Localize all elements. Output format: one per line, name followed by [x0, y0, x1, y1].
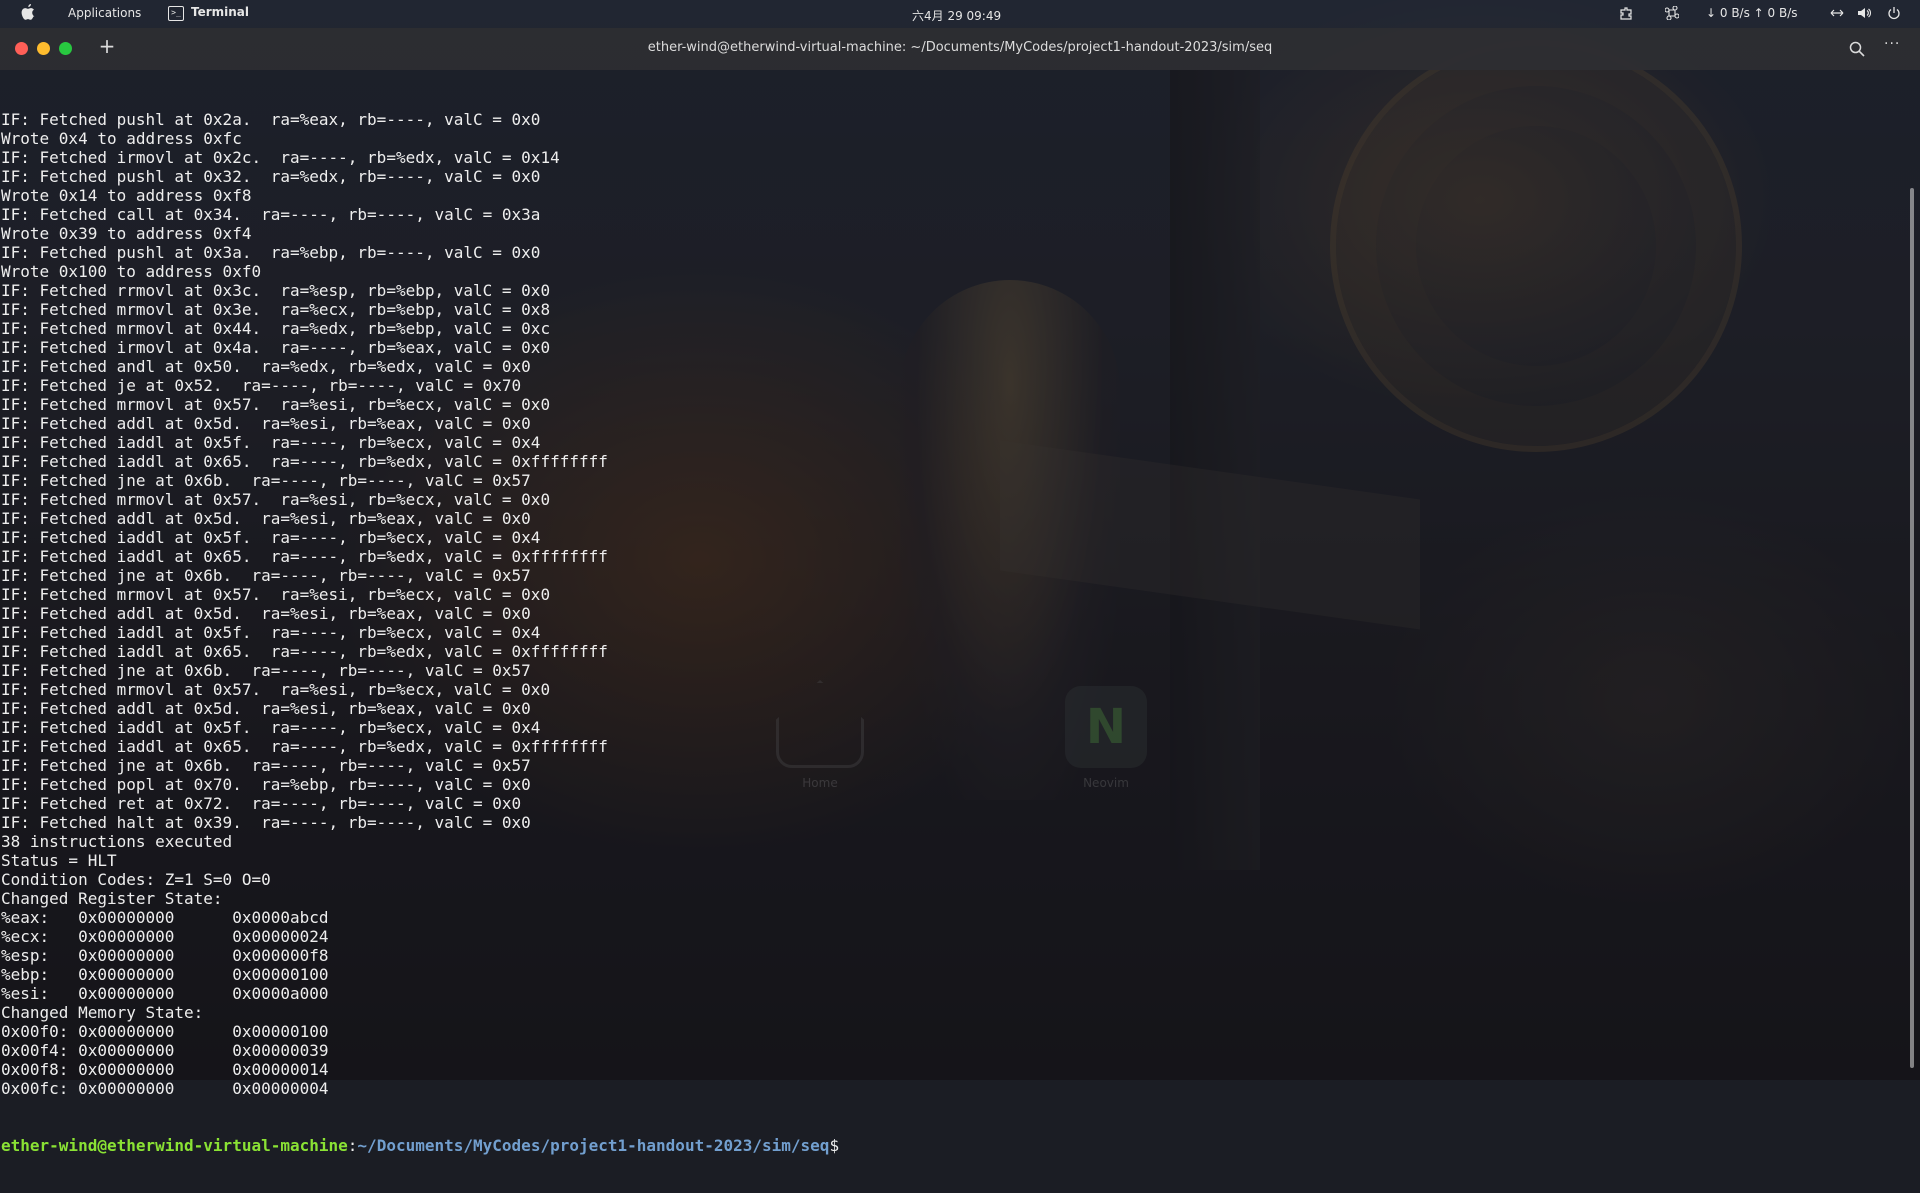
- output-line: 0x00fc: 0x00000000 0x00000004: [1, 1079, 329, 1098]
- apple-logo-icon[interactable]: [20, 4, 36, 22]
- terminal-app-icon: >_: [168, 6, 184, 21]
- output-line: IF: Fetched irmovl at 0x4a. ra=----, rb=…: [1, 338, 551, 357]
- output-line: IF: Fetched popl at 0x70. ra=%ebp, rb=--…: [1, 775, 531, 794]
- output-line: IF: Fetched andl at 0x50. ra=%edx, rb=%e…: [1, 357, 531, 376]
- network-speed[interactable]: ↓ 0 B/s ↑ 0 B/s: [1706, 6, 1798, 20]
- output-line: IF: Fetched addl at 0x5d. ra=%esi, rb=%e…: [1, 509, 531, 528]
- output-line: IF: Fetched call at 0x34. ra=----, rb=--…: [1, 205, 541, 224]
- output-line: IF: Fetched mrmovl at 0x57. ra=%esi, rb=…: [1, 680, 551, 699]
- output-line: Wrote 0x4 to address 0xfc: [1, 129, 242, 148]
- network-arrows-icon[interactable]: [1830, 6, 1844, 20]
- output-line: 0x00f0: 0x00000000 0x00000100: [1, 1022, 329, 1041]
- output-line: IF: Fetched jne at 0x6b. ra=----, rb=---…: [1, 471, 531, 490]
- output-line: IF: Fetched irmovl at 0x2c. ra=----, rb=…: [1, 148, 560, 167]
- window-title-bar[interactable]: + ether-wind@etherwind-virtual-machine: …: [0, 28, 1920, 70]
- terminal-window: + ether-wind@etherwind-virtual-machine: …: [0, 28, 1920, 1155]
- output-line: IF: Fetched iaddl at 0x5f. ra=----, rb=%…: [1, 528, 541, 547]
- output-line: IF: Fetched pushl at 0x32. ra=%edx, rb=-…: [1, 167, 541, 186]
- clock[interactable]: 六4月 29 09:49: [912, 7, 1001, 24]
- output-line: 38 instructions executed: [1, 832, 233, 851]
- output-line: IF: Fetched iaddl at 0x65. ra=----, rb=%…: [1, 452, 608, 471]
- extensions-icon[interactable]: [1619, 6, 1633, 20]
- output-line: IF: Fetched jne at 0x6b. ra=----, rb=---…: [1, 756, 531, 775]
- output-line: %ebp: 0x00000000 0x00000100: [1, 965, 329, 984]
- output-line: IF: Fetched iaddl at 0x65. ra=----, rb=%…: [1, 547, 608, 566]
- output-line: IF: Fetched rrmovl at 0x3c. ra=%esp, rb=…: [1, 281, 551, 300]
- output-line: %esi: 0x00000000 0x0000a000: [1, 984, 329, 1003]
- active-app-name[interactable]: Terminal: [191, 5, 249, 19]
- search-icon[interactable]: [1848, 40, 1866, 58]
- output-line: IF: Fetched jne at 0x6b. ra=----, rb=---…: [1, 566, 531, 585]
- output-lines: IF: Fetched pushl at 0x2a. ra=%eax, rb=-…: [1, 110, 1891, 1098]
- prompt-user-host: ether-wind@etherwind-virtual-machine: [1, 1136, 348, 1155]
- output-line: 0x00f4: 0x00000000 0x00000039: [1, 1041, 329, 1060]
- output-line: IF: Fetched iaddl at 0x5f. ra=----, rb=%…: [1, 718, 541, 737]
- window-title: ether-wind@etherwind-virtual-machine: ~/…: [647, 40, 1273, 55]
- output-line: IF: Fetched mrmovl at 0x44. ra=%edx, rb=…: [1, 319, 551, 338]
- power-icon[interactable]: [1887, 6, 1901, 20]
- more-options-button[interactable]: ···: [1884, 36, 1900, 52]
- output-line: %ecx: 0x00000000 0x00000024: [1, 927, 329, 946]
- output-line: %eax: 0x00000000 0x0000abcd: [1, 908, 329, 927]
- terminal-scrollbar[interactable]: [1910, 188, 1914, 1068]
- output-line: IF: Fetched iaddl at 0x5f. ra=----, rb=%…: [1, 433, 541, 452]
- output-line: IF: Fetched addl at 0x5d. ra=%esi, rb=%e…: [1, 699, 531, 718]
- output-line: IF: Fetched pushl at 0x2a. ra=%eax, rb=-…: [1, 110, 541, 129]
- output-line: IF: Fetched halt at 0x39. ra=----, rb=--…: [1, 813, 531, 832]
- output-line: IF: Fetched je at 0x52. ra=----, rb=----…: [1, 376, 522, 395]
- command-prompt[interactable]: ether-wind@etherwind-virtual-machine:~/D…: [1, 1136, 1891, 1155]
- output-line: IF: Fetched ret at 0x72. ra=----, rb=---…: [1, 794, 522, 813]
- prompt-separator: :: [347, 1136, 358, 1155]
- output-line: IF: Fetched iaddl at 0x65. ra=----, rb=%…: [1, 737, 608, 756]
- output-line: 0x00f8: 0x00000000 0x00000014: [1, 1060, 329, 1079]
- top-panel: Applications >_ Terminal 六4月 29 09:49 ↓ …: [0, 0, 1920, 28]
- prompt-path: ~/Documents/MyCodes/project1-handout-202…: [357, 1136, 830, 1155]
- prompt-symbol: $: [829, 1136, 840, 1155]
- output-line: IF: Fetched addl at 0x5d. ra=%esi, rb=%e…: [1, 604, 531, 623]
- output-line: IF: Fetched addl at 0x5d. ra=%esi, rb=%e…: [1, 414, 531, 433]
- terminal-output[interactable]: IF: Fetched pushl at 0x2a. ra=%eax, rb=-…: [1, 72, 1891, 1155]
- output-line: IF: Fetched mrmovl at 0x57. ra=%esi, rb=…: [1, 585, 551, 604]
- output-line: Condition Codes: Z=1 S=0 O=0: [1, 870, 271, 889]
- command-key-icon[interactable]: [1665, 6, 1679, 20]
- output-line: IF: Fetched mrmovl at 0x3e. ra=%ecx, rb=…: [1, 300, 551, 319]
- output-line: IF: Fetched iaddl at 0x65. ra=----, rb=%…: [1, 642, 608, 661]
- output-line: %esp: 0x00000000 0x000000f8: [1, 946, 329, 965]
- volume-icon[interactable]: [1857, 6, 1871, 20]
- output-line: Wrote 0x100 to address 0xf0: [1, 262, 262, 281]
- output-line: Wrote 0x39 to address 0xf4: [1, 224, 252, 243]
- output-line: IF: Fetched mrmovl at 0x57. ra=%esi, rb=…: [1, 395, 551, 414]
- output-line: Wrote 0x14 to address 0xf8: [1, 186, 252, 205]
- applications-menu[interactable]: Applications: [68, 6, 141, 20]
- output-line: IF: Fetched mrmovl at 0x57. ra=%esi, rb=…: [1, 490, 551, 509]
- output-line: Status = HLT: [1, 851, 117, 870]
- output-line: IF: Fetched jne at 0x6b. ra=----, rb=---…: [1, 661, 531, 680]
- output-line: IF: Fetched iaddl at 0x5f. ra=----, rb=%…: [1, 623, 541, 642]
- output-line: Changed Memory State:: [1, 1003, 204, 1022]
- output-line: Changed Register State:: [1, 889, 223, 908]
- output-line: IF: Fetched pushl at 0x3a. ra=%ebp, rb=-…: [1, 243, 541, 262]
